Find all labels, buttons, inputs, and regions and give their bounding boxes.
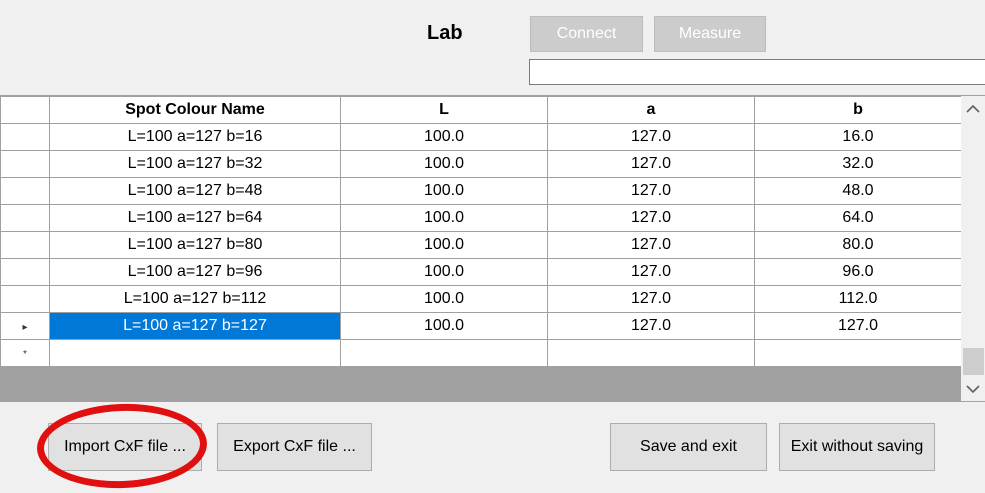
cell-b[interactable]: 64.0 — [754, 204, 962, 232]
new-row-icon: * — [23, 349, 27, 360]
cell-spot-name[interactable]: L=100 a=127 b=48 — [49, 177, 341, 205]
cell-a[interactable]: 127.0 — [547, 231, 755, 259]
cell-b[interactable]: 96.0 — [754, 258, 962, 286]
cell-b[interactable]: 80.0 — [754, 231, 962, 259]
current-row-icon: ▸ — [22, 322, 28, 333]
cell-a[interactable]: 127.0 — [547, 258, 755, 286]
cell-spot-name[interactable]: L=100 a=127 b=64 — [49, 204, 341, 232]
page-title: Lab — [427, 22, 463, 44]
row-header[interactable]: ▸ — [0, 312, 50, 340]
cell-l[interactable] — [340, 339, 548, 367]
row-header[interactable] — [0, 123, 50, 151]
cell-spot-name[interactable]: L=100 a=127 b=80 — [49, 231, 341, 259]
spot-colour-grid: Spot Colour Name L a b L=100 a=127 b=16 … — [0, 95, 985, 402]
table-row[interactable]: L=100 a=127 b=64 100.0 127.0 64.0 — [0, 204, 962, 232]
exit-without-saving-button[interactable]: Exit without saving — [779, 423, 935, 471]
cell-b[interactable]: 32.0 — [754, 150, 962, 178]
import-cxf-button[interactable]: Import CxF file ... — [48, 423, 202, 471]
cell-l[interactable]: 100.0 — [340, 285, 548, 313]
cell-b[interactable]: 16.0 — [754, 123, 962, 151]
scroll-thumb[interactable] — [963, 348, 984, 375]
cell-spot-name[interactable] — [49, 339, 341, 367]
column-header-b[interactable]: b — [754, 96, 962, 124]
connect-button[interactable]: Connect — [530, 16, 643, 52]
cell-l[interactable]: 100.0 — [340, 312, 548, 340]
corner-header[interactable] — [0, 96, 50, 124]
scroll-up-button[interactable] — [961, 96, 985, 122]
row-header[interactable] — [0, 285, 50, 313]
scroll-down-button[interactable] — [961, 376, 985, 402]
cell-spot-name[interactable]: L=100 a=127 b=32 — [49, 150, 341, 178]
cell-b[interactable] — [754, 339, 962, 367]
row-header[interactable] — [0, 150, 50, 178]
cell-spot-name[interactable]: L=100 a=127 b=16 — [49, 123, 341, 151]
export-cxf-button[interactable]: Export CxF file ... — [217, 423, 372, 471]
row-header[interactable] — [0, 177, 50, 205]
table-row[interactable]: L=100 a=127 b=112 100.0 127.0 112.0 — [0, 285, 962, 313]
cell-l[interactable]: 100.0 — [340, 204, 548, 232]
chevron-up-icon — [966, 104, 980, 113]
status-field[interactable] — [529, 59, 985, 85]
chevron-down-icon — [966, 385, 980, 394]
cell-spot-name[interactable]: L=100 a=127 b=127 — [49, 312, 341, 340]
cell-a[interactable]: 127.0 — [547, 150, 755, 178]
cell-l[interactable]: 100.0 — [340, 177, 548, 205]
cell-a[interactable]: 127.0 — [547, 204, 755, 232]
cell-a[interactable]: 127.0 — [547, 123, 755, 151]
table-row[interactable]: L=100 a=127 b=32 100.0 127.0 32.0 — [0, 150, 962, 178]
cell-spot-name[interactable]: L=100 a=127 b=96 — [49, 258, 341, 286]
cell-a[interactable]: 127.0 — [547, 312, 755, 340]
cell-b[interactable]: 127.0 — [754, 312, 962, 340]
table-row[interactable]: L=100 a=127 b=80 100.0 127.0 80.0 — [0, 231, 962, 259]
save-and-exit-button[interactable]: Save and exit — [610, 423, 767, 471]
cell-a[interactable]: 127.0 — [547, 177, 755, 205]
table-row[interactable]: L=100 a=127 b=48 100.0 127.0 48.0 — [0, 177, 962, 205]
data-table: Spot Colour Name L a b L=100 a=127 b=16 … — [0, 96, 962, 367]
table-row[interactable]: L=100 a=127 b=16 100.0 127.0 16.0 — [0, 123, 962, 151]
new-row[interactable]: * — [0, 339, 962, 367]
cell-l[interactable]: 100.0 — [340, 150, 548, 178]
measure-button[interactable]: Measure — [654, 16, 766, 52]
row-header[interactable] — [0, 204, 50, 232]
column-header-l[interactable]: L — [340, 96, 548, 124]
cell-a[interactable]: 127.0 — [547, 285, 755, 313]
table-row[interactable]: L=100 a=127 b=96 100.0 127.0 96.0 — [0, 258, 962, 286]
column-header-a[interactable]: a — [547, 96, 755, 124]
header-row: Spot Colour Name L a b — [0, 96, 962, 124]
vertical-scrollbar[interactable] — [961, 96, 985, 402]
footer-panel: Import CxF file ... Export CxF file ... … — [0, 401, 985, 493]
cell-l[interactable]: 100.0 — [340, 258, 548, 286]
row-header[interactable] — [0, 231, 50, 259]
column-header-name[interactable]: Spot Colour Name — [49, 96, 341, 124]
cell-b[interactable]: 48.0 — [754, 177, 962, 205]
cell-l[interactable]: 100.0 — [340, 123, 548, 151]
row-header[interactable] — [0, 258, 50, 286]
cell-a[interactable] — [547, 339, 755, 367]
toolbar-panel: Lab Connect Measure — [0, 0, 985, 95]
table-row-selected[interactable]: ▸ L=100 a=127 b=127 100.0 127.0 127.0 — [0, 312, 962, 340]
cell-spot-name[interactable]: L=100 a=127 b=112 — [49, 285, 341, 313]
cell-b[interactable]: 112.0 — [754, 285, 962, 313]
row-header[interactable]: * — [0, 339, 50, 367]
cell-l[interactable]: 100.0 — [340, 231, 548, 259]
